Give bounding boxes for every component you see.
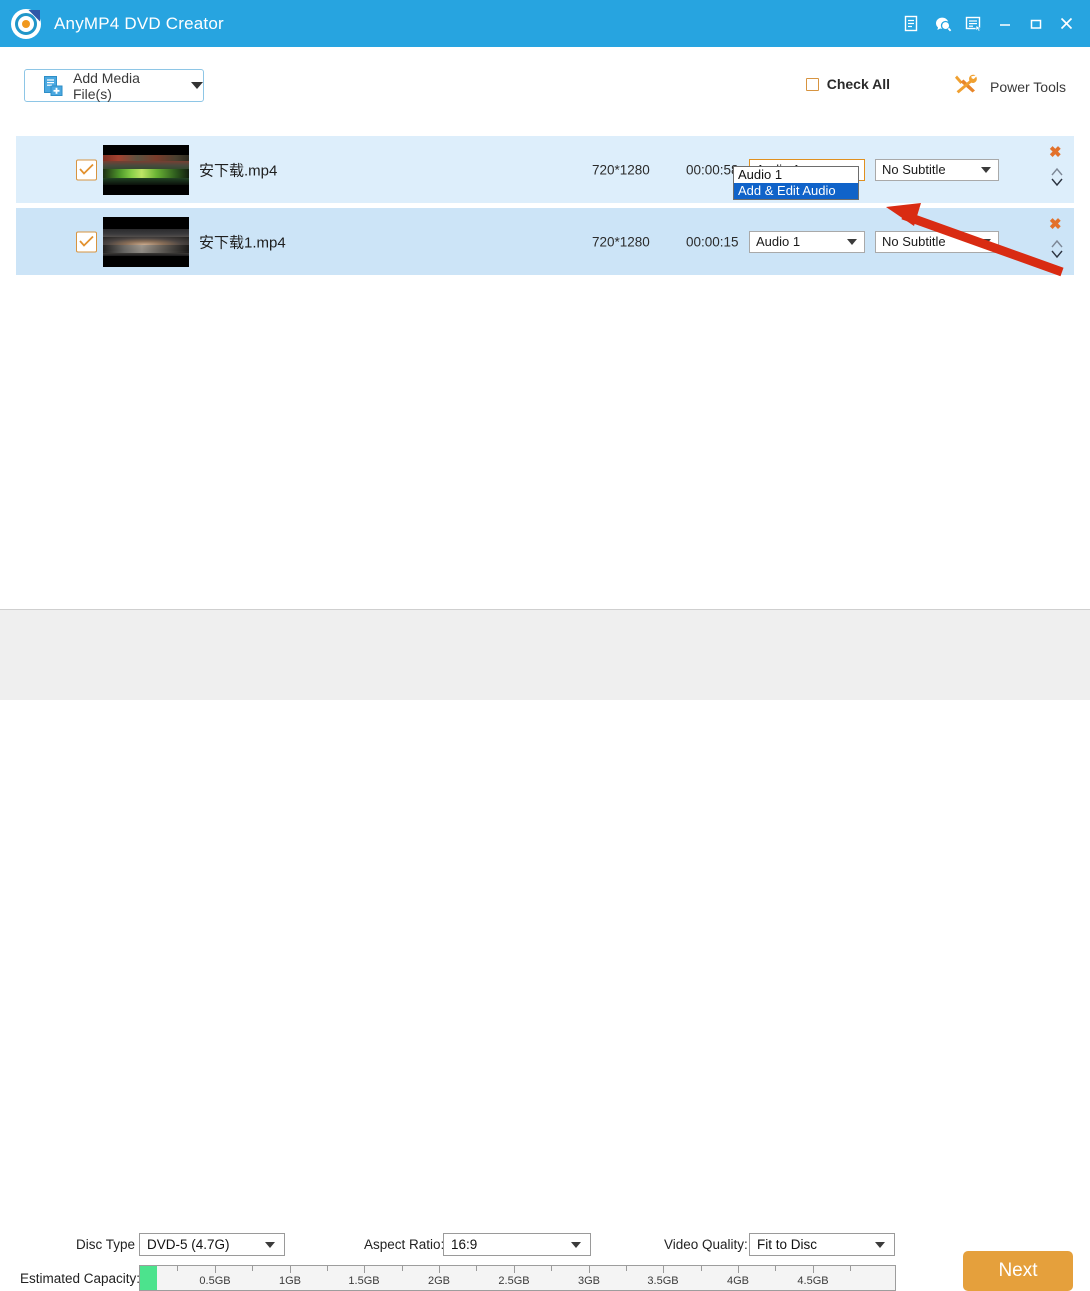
chevron-down-icon: [981, 166, 991, 173]
close-icon[interactable]: [1051, 8, 1082, 39]
table-row[interactable]: 安下载1.mp4 720*1280 00:00:15 Audio 1 No Su…: [16, 208, 1074, 275]
aspect-ratio-value: 16:9: [451, 1237, 478, 1252]
table-row[interactable]: 安下载.mp4 720*1280 00:00:58 Audio 1 No Sub…: [16, 136, 1074, 203]
row-checkbox[interactable]: [76, 231, 97, 252]
check-all-checkbox[interactable]: [805, 77, 819, 91]
menu-icon[interactable]: [958, 8, 989, 39]
next-button[interactable]: Next: [963, 1251, 1073, 1291]
bottom-settings-bar: Disc Type DVD-5 (4.7G) Aspect Ratio: 16:…: [0, 609, 1090, 1291]
capacity-tick-label: 3.5GB: [647, 1275, 679, 1287]
capacity-tick-label: 4.5GB: [797, 1275, 829, 1287]
audio-track-value: Audio 1: [756, 234, 801, 249]
file-name: 安下载.mp4: [199, 162, 278, 179]
check-all-control[interactable]: Check All: [805, 76, 890, 92]
chevron-down-icon: [981, 238, 991, 245]
subtitle-value: No Subtitle: [882, 162, 946, 177]
row-actions: ✖: [1041, 136, 1074, 203]
capacity-tick: [589, 1266, 590, 1273]
video-quality-select[interactable]: Fit to Disc: [749, 1233, 895, 1256]
toolbar: Add Media File(s) Check All Power Tools: [0, 47, 1090, 129]
media-file-list: 安下载.mp4 720*1280 00:00:58 Audio 1 No Sub…: [0, 129, 1090, 609]
title-bar: AnyMP4 DVD Creator: [0, 0, 1090, 47]
help-icon[interactable]: [927, 8, 958, 39]
subtitle-value: No Subtitle: [882, 234, 946, 249]
capacity-tick: [364, 1266, 365, 1273]
capacity-tick-label: 4GB: [726, 1275, 750, 1287]
disc-type-value: DVD-5 (4.7G): [147, 1237, 230, 1252]
row-checkbox[interactable]: [76, 159, 97, 180]
capacity-minor-tick: [850, 1266, 851, 1271]
audio-track-select[interactable]: Audio 1: [749, 230, 865, 253]
chevron-down-icon: [875, 1241, 885, 1248]
check-all-label: Check All: [826, 76, 890, 92]
video-quality-label: Video Quality:: [664, 1237, 748, 1252]
dropdown-option-audio-1[interactable]: Audio 1: [734, 167, 858, 183]
capacity-fill: [140, 1266, 158, 1290]
capacity-tick: [290, 1266, 291, 1273]
disc-type-select[interactable]: DVD-5 (4.7G): [139, 1233, 285, 1256]
chevron-down-icon: [191, 82, 203, 89]
power-tools-button[interactable]: Power Tools: [954, 73, 1066, 100]
video-quality-value: Fit to Disc: [757, 1237, 818, 1252]
capacity-tick: [439, 1266, 440, 1273]
capacity-minor-tick: [327, 1266, 328, 1271]
capacity-tick-label: 1.5GB: [348, 1275, 380, 1287]
add-media-files-button[interactable]: Add Media File(s): [24, 69, 204, 102]
remove-file-icon[interactable]: ✖: [1049, 145, 1062, 160]
capacity-minor-tick: [626, 1266, 627, 1271]
capacity-minor-tick: [177, 1266, 178, 1271]
capacity-tick-label: 2GB: [427, 1275, 451, 1287]
subtitle-select[interactable]: No Subtitle: [875, 230, 999, 253]
video-thumbnail: [103, 216, 189, 267]
minimize-icon[interactable]: [989, 8, 1020, 39]
capacity-tick-label: 1GB: [278, 1275, 302, 1287]
capacity-tick: [663, 1266, 664, 1273]
capacity-tick: [738, 1266, 739, 1273]
chevron-down-icon: [847, 238, 857, 245]
capacity-tick: [215, 1266, 216, 1273]
audio-track-dropdown[interactable]: Audio 1 Add & Edit Audio: [733, 166, 859, 200]
subtitle-select[interactable]: No Subtitle: [875, 158, 999, 181]
app-title: AnyMP4 DVD Creator: [54, 13, 224, 33]
anymp4-logo-icon: [11, 8, 41, 39]
aspect-ratio-label: Aspect Ratio:: [364, 1237, 445, 1252]
file-resolution: 720*1280: [592, 234, 650, 249]
add-media-files-label: Add Media File(s): [73, 69, 140, 102]
estimated-capacity-bar: 0.5GB 1GB 1.5GB 2GB 2.5GB 3GB 3.5GB 4GB 4.5GB: [139, 1265, 896, 1291]
capacity-tick-label: 2.5GB: [498, 1275, 530, 1287]
chevron-down-icon: [571, 1241, 581, 1248]
video-thumbnail: [103, 144, 189, 195]
capacity-tick: [813, 1266, 814, 1273]
chevron-down-icon: [265, 1241, 275, 1248]
add-file-icon: [44, 75, 63, 96]
estimated-capacity-label: Estimated Capacity:: [20, 1271, 141, 1286]
capacity-tick-label: 0.5GB: [199, 1275, 231, 1287]
file-name: 安下载1.mp4: [199, 234, 286, 251]
disc-type-label: Disc Type: [76, 1237, 136, 1252]
capacity-minor-tick: [775, 1266, 776, 1271]
capacity-minor-tick: [252, 1266, 253, 1271]
capacity-minor-tick: [402, 1266, 403, 1271]
power-tools-icon: [954, 73, 978, 100]
maximize-icon[interactable]: [1020, 8, 1051, 39]
file-duration: 00:00:58: [686, 162, 739, 177]
capacity-minor-tick: [551, 1266, 552, 1271]
capacity-minor-tick: [701, 1266, 702, 1271]
file-duration: 00:00:15: [686, 234, 739, 249]
aspect-ratio-select[interactable]: 16:9: [443, 1233, 591, 1256]
window-controls: [896, 0, 1082, 47]
dropdown-option-add-edit-audio[interactable]: Add & Edit Audio: [734, 183, 858, 199]
capacity-tick-label: 3GB: [577, 1275, 601, 1287]
capacity-minor-tick: [476, 1266, 477, 1271]
capacity-tick: [514, 1266, 515, 1273]
power-tools-label: Power Tools: [989, 78, 1066, 95]
row-actions: ✖: [1041, 208, 1074, 275]
file-resolution: 720*1280: [592, 162, 650, 177]
reorder-handle-icon[interactable]: [1049, 238, 1065, 260]
register-icon[interactable]: [896, 8, 927, 39]
remove-file-icon[interactable]: ✖: [1049, 217, 1062, 232]
reorder-handle-icon[interactable]: [1049, 166, 1065, 188]
